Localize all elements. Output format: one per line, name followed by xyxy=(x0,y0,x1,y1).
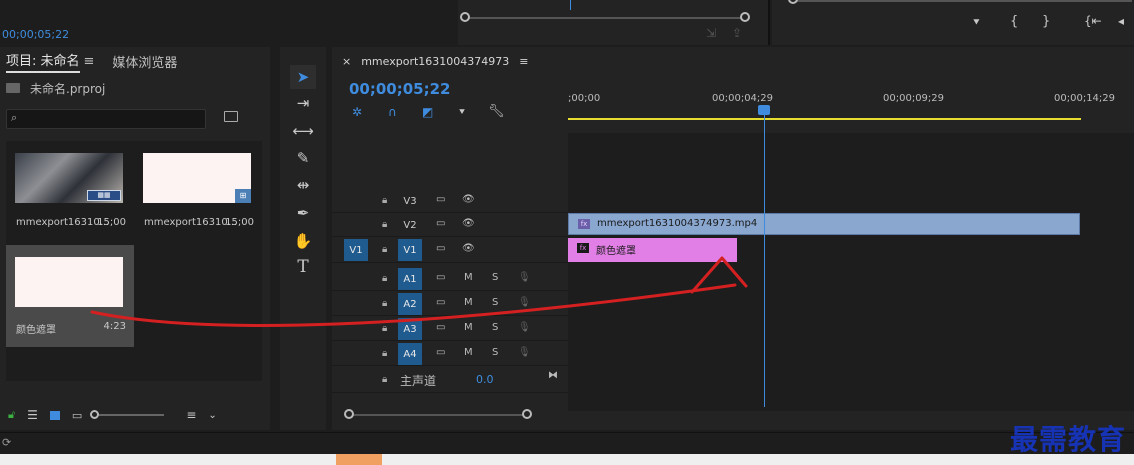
annotation-curve xyxy=(90,283,737,327)
watermark: 最需教育 xyxy=(1009,423,1126,456)
annotation-arrow xyxy=(90,256,748,327)
